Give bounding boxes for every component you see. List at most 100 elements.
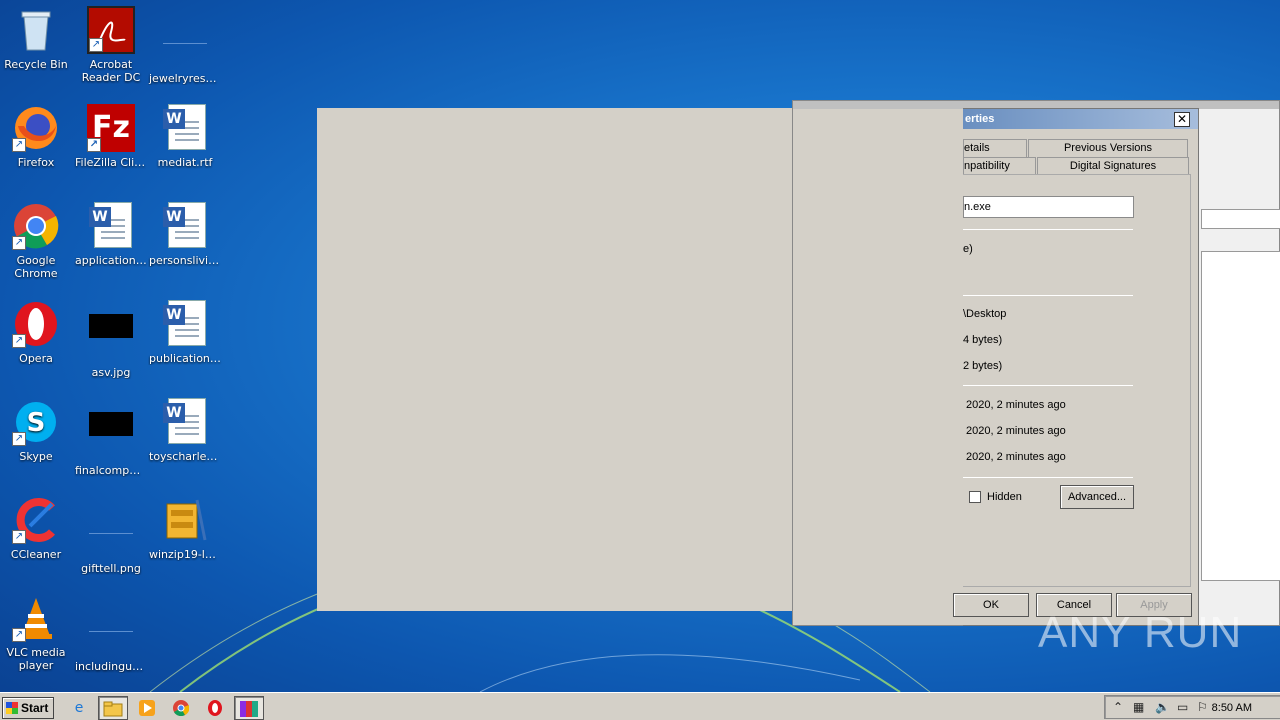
ok-button[interactable]: OK <box>953 593 1029 617</box>
volume-icon[interactable]: 🔈 <box>1155 700 1170 714</box>
desktop-icon-filezilla[interactable]: Fz ↗ FileZilla Client <box>74 104 148 169</box>
opera-icon: ↗ <box>12 300 60 348</box>
advanced-button[interactable]: Advanced... <box>1060 485 1134 509</box>
clock[interactable]: 8:50 AM <box>1212 702 1252 714</box>
tab-details[interactable]: etails <box>963 139 1027 157</box>
word-document-icon: W <box>161 104 209 152</box>
opera-taskbar-icon[interactable] <box>200 696 230 720</box>
desktop-icon-toyscharles[interactable]: W toyscharles.rtf <box>148 398 222 463</box>
desktop-icon-mediat[interactable]: W mediat.rtf <box>148 104 222 169</box>
chrome-icon: ↗ <box>12 202 60 250</box>
desktop-icon-asv[interactable]: asv.jpg <box>74 300 148 379</box>
desktop-icon-vlc[interactable]: ↗ VLC media player <box>0 594 73 672</box>
icon-label: jewelryresul... <box>149 72 222 85</box>
show-hidden-icons-icon[interactable]: ⌃ <box>1113 700 1123 714</box>
icon-label: Acrobat Reader DC <box>81 58 141 84</box>
desktop-icon-finalcomput[interactable]: finalcomput... <box>74 398 148 477</box>
icon-label: toyscharles.rtf <box>149 450 222 463</box>
close-icon[interactable]: ✕ <box>1174 112 1190 127</box>
media-player-icon[interactable] <box>132 696 162 720</box>
network-status-icon[interactable]: ▭ <box>1177 700 1188 714</box>
blank-file-icon <box>87 608 135 656</box>
background-window-blank-area <box>793 109 963 625</box>
start-label: Start <box>21 701 49 715</box>
word-document-icon: W <box>87 202 135 250</box>
icon-label: Recycle Bin <box>4 58 68 71</box>
desktop-icon-recycle-bin[interactable]: Recycle Bin <box>0 6 73 71</box>
location-value: \Desktop <box>963 308 1007 320</box>
separator <box>963 477 1133 478</box>
desktop-icon-acrobat[interactable]: ↗ Acrobat Reader DC <box>74 6 148 84</box>
icon-label: winzip19-lan... <box>149 548 222 561</box>
desktop-icon-skype[interactable]: S ↗ Skype <box>0 398 73 463</box>
explorer-folder-icon[interactable] <box>98 696 128 720</box>
size-on-disk-value: 2 bytes) <box>963 360 1003 372</box>
svg-text:S: S <box>27 408 46 438</box>
type-value: e) <box>963 243 973 255</box>
icon-label: applications... <box>75 254 148 267</box>
start-button[interactable]: Start <box>2 697 54 719</box>
desktop-icon-jewelryresul[interactable]: jewelryresul... <box>148 6 222 85</box>
icon-label: mediat.rtf <box>157 156 213 169</box>
icon-label: Skype <box>19 450 53 463</box>
icon-label: Firefox <box>17 156 55 169</box>
separator <box>963 385 1133 386</box>
icon-label: CCleaner <box>10 548 62 561</box>
general-tab-panel: n.exe e) \Desktop 4 bytes) 2 bytes) 2020… <box>963 174 1191 587</box>
tab-previous-versions[interactable]: Previous Versions <box>1028 139 1188 157</box>
icon-label: gifttell.png <box>81 562 141 575</box>
word-document-icon: W <box>161 202 209 250</box>
filezilla-icon: Fz ↗ <box>87 104 135 152</box>
network-icon[interactable]: ▦ <box>1133 700 1144 714</box>
icon-label: includingus... <box>75 660 148 673</box>
dialog-title: erties <box>963 109 1198 129</box>
desktop-icon-applications[interactable]: W applications... <box>74 202 148 267</box>
icon-label: FileZilla Client <box>75 156 148 169</box>
desktop-icon-ccleaner[interactable]: ↗ CCleaner <box>0 496 73 561</box>
hidden-label: Hidden <box>987 491 1022 503</box>
separator <box>963 295 1133 296</box>
desktop-icon-includingus[interactable]: includingus... <box>74 594 148 673</box>
blank-file-icon <box>87 510 135 558</box>
winrar-taskbar-icon[interactable] <box>234 696 264 720</box>
icon-label: Google Chrome <box>14 254 58 280</box>
skype-icon: S ↗ <box>12 398 60 446</box>
desktop-icon-gifttell[interactable]: gifttell.png <box>74 496 148 575</box>
file-list-pane[interactable] <box>1201 251 1280 581</box>
icon-label: asv.jpg <box>91 366 131 379</box>
system-tray: ⌃ ▦ 🔈 ▭ ⚐ 8:50 AM <box>1104 695 1280 719</box>
size-value: 4 bytes) <box>963 334 1003 346</box>
desktop-icon-publicationc[interactable]: W publicationc... <box>148 300 222 365</box>
blank-overlay-panel <box>317 108 792 611</box>
properties-dialog[interactable]: erties ✕ etails Previous Versions npatib… <box>953 108 1199 626</box>
blank-file-icon <box>161 20 209 68</box>
tab-compatibility[interactable]: npatibility <box>963 157 1036 175</box>
hidden-checkbox[interactable] <box>969 491 981 503</box>
acrobat-icon: ↗ <box>87 6 135 54</box>
desktop-icon-chrome[interactable]: ↗ Google Chrome <box>0 202 73 280</box>
word-document-icon: W <box>161 398 209 446</box>
action-center-flag-icon[interactable]: ⚐ <box>1197 700 1208 714</box>
icon-label: Opera <box>19 352 53 365</box>
tab-digital-signatures[interactable]: Digital Signatures <box>1037 157 1189 175</box>
desktop-icon-winzip[interactable]: winzip19-lan... <box>148 496 222 561</box>
winzip-icon <box>161 496 209 544</box>
file-name-field[interactable]: n.exe <box>963 196 1134 218</box>
chrome-taskbar-icon[interactable] <box>166 696 196 720</box>
desktop-icon-personslivin[interactable]: W personslivin... <box>148 202 222 267</box>
image-file-icon <box>87 314 135 362</box>
recycle-bin-icon <box>12 6 60 54</box>
address-bar[interactable] <box>1201 209 1280 229</box>
created-value: 2020, 2 minutes ago <box>966 399 1066 411</box>
internet-explorer-icon[interactable]: e <box>64 696 94 720</box>
modified-value: 2020, 2 minutes ago <box>966 425 1066 437</box>
accessed-value: 2020, 2 minutes ago <box>966 451 1066 463</box>
icon-label: VLC media player <box>6 646 66 672</box>
anyrun-watermark: ANY RUN <box>1038 608 1243 657</box>
icon-label: publicationc... <box>149 352 222 365</box>
vlc-icon: ↗ <box>12 594 60 642</box>
windows-logo-icon <box>6 702 18 714</box>
desktop-icon-opera[interactable]: ↗ Opera <box>0 300 73 365</box>
desktop-icon-firefox[interactable]: ↗ Firefox <box>0 104 73 169</box>
taskbar: Start e ⌃ ▦ 🔈 ▭ ⚐ 8:50 AM <box>0 692 1280 720</box>
